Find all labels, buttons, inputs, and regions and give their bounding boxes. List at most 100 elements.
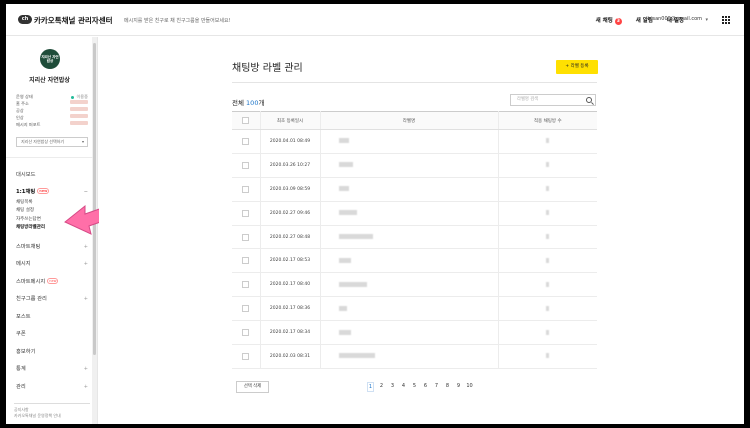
row-checkbox[interactable] xyxy=(242,185,250,193)
row-label-name[interactable] xyxy=(320,320,499,346)
table-row[interactable]: 2020.03.26 10:27 xyxy=(232,153,597,178)
row-chat-count xyxy=(498,248,597,274)
blurred-value xyxy=(70,100,88,104)
page-link-10[interactable]: 10 xyxy=(466,382,473,392)
col-created-at[interactable]: 최초 등록일시 xyxy=(260,111,321,130)
account-caret-icon[interactable]: ▾ xyxy=(705,17,708,23)
expand-icon[interactable]: + xyxy=(84,361,88,379)
page-link-1[interactable]: 1 xyxy=(367,382,374,392)
apps-grid-icon[interactable] xyxy=(722,16,730,24)
collapse-icon[interactable]: − xyxy=(84,185,88,199)
row-label-name[interactable] xyxy=(320,201,499,226)
row-created-at: 2020.03.09 08:59 xyxy=(260,177,321,202)
row-chat-count xyxy=(498,320,597,346)
row-checkbox[interactable] xyxy=(242,137,250,145)
sidebar-item-stats[interactable]: 통계 + xyxy=(16,361,88,379)
expand-icon[interactable]: + xyxy=(84,379,88,397)
row-select-cell xyxy=(232,129,261,154)
blurred-label xyxy=(338,353,375,359)
col-label-name[interactable]: 라벨명 xyxy=(320,111,499,130)
table-row[interactable]: 2020.02.17 08:53 xyxy=(232,248,597,274)
footer-policy-link[interactable]: 카카오톡채널 운영정책 안내 xyxy=(14,413,90,419)
sidebar-item-posts[interactable]: 포스트 xyxy=(16,309,88,327)
table-row[interactable]: 2020.04.01 08:49 xyxy=(232,129,597,154)
row-checkbox[interactable] xyxy=(242,257,250,265)
row-checkbox[interactable] xyxy=(242,352,250,360)
blurred-label xyxy=(338,281,367,287)
page-link-4[interactable]: 4 xyxy=(400,382,407,392)
expand-icon[interactable]: + xyxy=(84,239,88,257)
channel-select[interactable]: 지리산 자연밥상 선택하기 ▾ xyxy=(16,137,88,147)
expand-icon[interactable]: + xyxy=(84,291,88,309)
row-select-cell xyxy=(232,272,261,298)
blurred-value xyxy=(70,107,88,111)
row-checkbox[interactable] xyxy=(242,209,250,217)
kakao-channel-logo[interactable]: ch xyxy=(18,15,32,24)
info-row-status: 운영 상태 이용중 xyxy=(16,94,88,99)
row-chat-count xyxy=(498,129,597,154)
row-label-name[interactable] xyxy=(320,177,499,202)
channel-profile-logo: 지리산 자연밥상 xyxy=(40,49,60,69)
sidebar-item-message[interactable]: 메시지 + xyxy=(16,256,88,274)
row-created-at: 2020.02.17 08:40 xyxy=(260,272,321,298)
label-search-input[interactable]: 라벨명 검색 xyxy=(510,94,596,106)
row-checkbox[interactable] xyxy=(242,281,250,289)
row-checkbox[interactable] xyxy=(242,305,250,313)
row-label-name[interactable] xyxy=(320,296,499,322)
page-link-6[interactable]: 6 xyxy=(422,382,429,392)
title-divider xyxy=(232,82,597,83)
row-label-name[interactable] xyxy=(320,129,499,154)
table-row[interactable]: 2020.02.03 08:31 xyxy=(232,344,597,369)
blurred-label xyxy=(338,210,357,216)
add-label-button[interactable]: + 라벨 등록 xyxy=(556,60,598,74)
sidebar-item-smart-message[interactable]: 스마트메시지 new xyxy=(16,274,88,292)
sidebar-item-dashboard[interactable]: 대시보드 xyxy=(16,167,88,185)
page-link-8[interactable]: 8 xyxy=(444,382,451,392)
row-label-name[interactable] xyxy=(320,225,499,250)
total-count: 전체 100개 xyxy=(232,99,265,107)
select-all-checkbox[interactable] xyxy=(242,117,250,124)
table-row[interactable]: 2020.02.17 08:40 xyxy=(232,272,597,298)
row-select-cell xyxy=(232,296,261,322)
sidebar-item-manage[interactable]: 관리 + xyxy=(16,379,88,397)
page-link-2[interactable]: 2 xyxy=(378,382,385,392)
top-notice[interactable]: 메시지를 받은 친구로 채 친구그룹을 만들어보세요! xyxy=(124,17,231,24)
row-label-name[interactable] xyxy=(320,153,499,178)
table-row[interactable]: 2020.02.17 08:36 xyxy=(232,296,597,322)
sidebar-item-coupons[interactable]: 쿠폰 xyxy=(16,326,88,344)
sidebar-footer: 공지사항 카카오톡채널 운영정책 안내 xyxy=(14,403,90,423)
sidebar-item-promote[interactable]: 홍보하기 xyxy=(16,344,88,362)
expand-icon[interactable]: + xyxy=(84,256,88,274)
user-email[interactable]: jirisan000@gmail.com xyxy=(646,16,702,22)
delete-selected-button[interactable]: 선택 삭제 xyxy=(236,381,269,393)
row-chat-count xyxy=(498,225,597,250)
page-link-3[interactable]: 3 xyxy=(389,382,396,392)
blurred-label xyxy=(338,138,349,144)
row-checkbox[interactable] xyxy=(242,161,250,169)
row-select-cell xyxy=(232,344,261,369)
table-row[interactable]: 2020.02.27 08:48 xyxy=(232,225,597,250)
sidebar-item-1on1-chat[interactable]: 1:1채팅 new − xyxy=(16,185,88,199)
row-checkbox[interactable] xyxy=(242,329,250,337)
row-label-name[interactable] xyxy=(320,272,499,298)
page-link-5[interactable]: 5 xyxy=(411,382,418,392)
top-bar: ch 카카오톡채널 관리자센터 메시지를 받은 친구로 채 친구그룹을 만들어보… xyxy=(6,4,744,36)
table-row[interactable]: 2020.02.27 09:46 xyxy=(232,201,597,226)
row-label-name[interactable] xyxy=(320,248,499,274)
page-link-7[interactable]: 7 xyxy=(433,382,440,392)
nav-new-chat[interactable]: 새 채팅 3 xyxy=(596,16,622,25)
sidebar-item-smart-chat[interactable]: 스마트채팅 + xyxy=(16,239,88,257)
brand-title[interactable]: 카카오톡채널 관리자센터 xyxy=(34,15,113,26)
row-label-name[interactable] xyxy=(320,344,499,369)
page-link-9[interactable]: 9 xyxy=(455,382,462,392)
row-checkbox[interactable] xyxy=(242,233,250,241)
row-chat-count xyxy=(498,177,597,202)
row-created-at: 2020.03.26 10:27 xyxy=(260,153,321,178)
row-created-at: 2020.02.27 08:48 xyxy=(260,225,321,250)
row-chat-count xyxy=(498,201,597,226)
table-row[interactable]: 2020.02.17 08:34 xyxy=(232,320,597,346)
table-row[interactable]: 2020.03.09 08:59 xyxy=(232,177,597,202)
search-icon[interactable] xyxy=(586,97,592,103)
col-chat-count[interactable]: 적용 채팅방 수 xyxy=(498,111,597,130)
sidebar-item-friend-groups[interactable]: 친구그룹 관리 + xyxy=(16,291,88,309)
